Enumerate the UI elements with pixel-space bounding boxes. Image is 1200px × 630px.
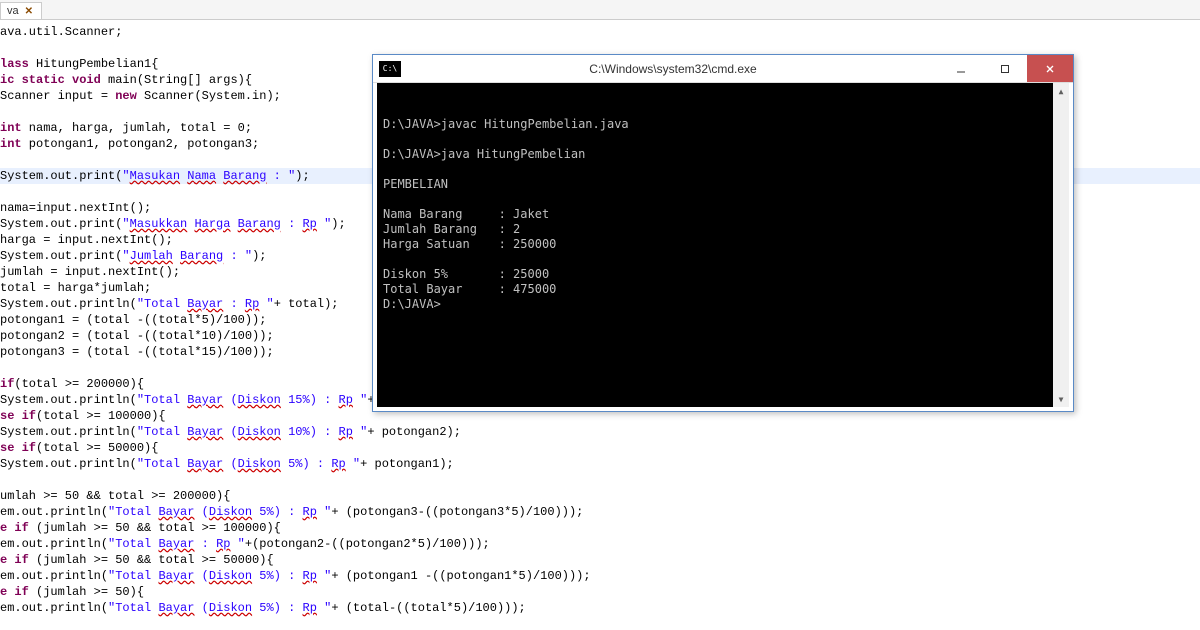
code-line: em.out.println("Total Bayar (Diskon 5%) … xyxy=(0,601,526,615)
code-line: se if(total >= 100000){ xyxy=(0,409,166,423)
code-line: harga = input.nextInt(); xyxy=(0,233,173,247)
cmd-icon: C:\ xyxy=(379,61,401,77)
cmd-window: C:\ C:\Windows\system32\cmd.exe D:\JAVA>… xyxy=(372,54,1074,412)
cmd-title: C:\Windows\system32\cmd.exe xyxy=(407,62,939,76)
window-controls xyxy=(939,55,1073,82)
code-line: jumlah = input.nextInt(); xyxy=(0,265,180,279)
cmd-titlebar[interactable]: C:\ C:\Windows\system32\cmd.exe xyxy=(373,55,1073,83)
scroll-up-icon[interactable]: ▲ xyxy=(1053,83,1069,99)
tab-label: va xyxy=(7,5,19,17)
cmd-scrollbar[interactable]: ▲ ▼ xyxy=(1053,83,1069,407)
code-line: ic static void main(String[] args){ xyxy=(0,73,252,87)
code-line: int potongan1, potongan2, potongan3; xyxy=(0,137,259,151)
code-line: total = harga*jumlah; xyxy=(0,281,151,295)
cmd-body[interactable]: D:\JAVA>javac HitungPembelian.java D:\JA… xyxy=(375,83,1071,409)
close-icon[interactable]: ✕ xyxy=(25,6,33,17)
maximize-button[interactable] xyxy=(983,55,1027,82)
scroll-track[interactable] xyxy=(1053,99,1069,391)
code-line xyxy=(0,153,7,167)
code-line: System.out.print("Jumlah Barang : "); xyxy=(0,249,266,263)
editor-tab[interactable]: va ✕ xyxy=(0,2,42,19)
code-line: potongan3 = (total -((total*15)/100)); xyxy=(0,345,274,359)
code-line: em.out.println("Total Bayar : Rp "+(poto… xyxy=(0,537,490,551)
editor-tabbar: va ✕ xyxy=(0,0,1200,20)
minimize-button[interactable] xyxy=(939,55,983,82)
code-line: potongan2 = (total -((total*10)/100)); xyxy=(0,329,274,343)
code-line: System.out.println("Total Bayar (Diskon … xyxy=(0,457,454,471)
code-line: e if (jumlah >= 50 && total >= 100000){ xyxy=(0,521,281,535)
code-line: nama=input.nextInt(); xyxy=(0,201,151,215)
code-line: em.out.println("Total Bayar (Diskon 5%) … xyxy=(0,569,591,583)
code-line: Scanner input = new Scanner(System.in); xyxy=(0,89,281,103)
code-line: potongan1 = (total -((total*5)/100)); xyxy=(0,313,266,327)
code-line: System.out.println("Total Bayar (Diskon … xyxy=(0,425,461,439)
code-line xyxy=(0,105,7,119)
code-line: umlah >= 50 && total >= 200000){ xyxy=(0,489,230,503)
close-button[interactable] xyxy=(1027,55,1073,82)
code-line: e if (jumlah >= 50 && total >= 50000){ xyxy=(0,553,274,567)
code-line: em.out.println("Total Bayar (Diskon 5%) … xyxy=(0,505,583,519)
code-line: System.out.println("Total Bayar : Rp "+ … xyxy=(0,297,339,311)
cmd-icon-text: C:\ xyxy=(383,64,397,73)
code-line: se if(total >= 50000){ xyxy=(0,441,158,455)
code-line xyxy=(0,41,7,55)
cmd-output: D:\JAVA>javac HitungPembelian.java D:\JA… xyxy=(383,117,1063,312)
code-line xyxy=(0,361,7,375)
code-line: ava.util.Scanner; xyxy=(0,25,122,39)
code-line: e if (jumlah >= 50){ xyxy=(0,585,144,599)
code-line: lass HitungPembelian1{ xyxy=(0,57,158,71)
code-line xyxy=(0,473,7,487)
code-line: int nama, harga, jumlah, total = 0; xyxy=(0,121,252,135)
code-line: System.out.print("Masukkan Harga Barang … xyxy=(0,217,346,231)
code-line: if(total >= 200000){ xyxy=(0,377,144,391)
scroll-down-icon[interactable]: ▼ xyxy=(1053,391,1069,407)
